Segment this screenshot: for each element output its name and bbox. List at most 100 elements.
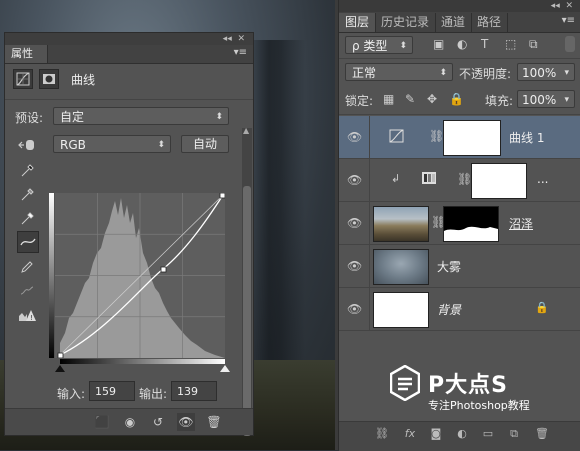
close-icon[interactable]: ✕ — [565, 1, 573, 11]
layer-thumbnail[interactable] — [373, 249, 429, 285]
visibility-eye-icon[interactable]: 👁 — [347, 302, 362, 316]
layer-filter-select[interactable]: ρ 类型 ⬍ — [345, 36, 413, 54]
input-label: 输入: — [57, 387, 86, 401]
curve-point-white — [219, 193, 225, 199]
tab-channels[interactable]: 通道 — [435, 13, 473, 32]
divider — [5, 99, 253, 100]
filter-toggle[interactable] — [565, 36, 575, 52]
layer-name[interactable]: 背景 — [437, 301, 461, 318]
clip-to-layer-icon[interactable]: ⬛ — [93, 413, 111, 431]
layer-name[interactable]: 沼泽 — [509, 215, 533, 232]
delete-layer-icon[interactable]: 🗑 — [533, 427, 551, 440]
layer-thumbnail[interactable] — [373, 206, 429, 242]
curve-point-tool-icon[interactable] — [17, 231, 39, 253]
adjustment-layer-icon — [421, 171, 437, 188]
layer-name[interactable]: ... — [537, 172, 548, 186]
scroll-up-icon[interactable]: ▲ — [243, 126, 249, 135]
input-field[interactable]: 159 — [89, 381, 135, 401]
curves-adjustment-icon[interactable] — [13, 69, 33, 89]
eye-column-divider — [369, 159, 370, 201]
tab-properties[interactable]: 属性 — [5, 45, 48, 63]
select-arrows-icon: ⬍ — [215, 112, 223, 122]
white-eyedropper-icon[interactable] — [17, 209, 37, 229]
output-label: 输出: — [139, 387, 168, 401]
filter-smart-object-icon[interactable]: ⧉ — [529, 37, 538, 52]
visibility-eye-icon[interactable]: 👁 — [177, 413, 195, 431]
scrollbar-thumb[interactable] — [243, 186, 251, 436]
channel-select[interactable]: RGB ⬍ — [53, 135, 171, 153]
lock-all-icon[interactable]: 🔒 — [449, 92, 464, 106]
black-eyedropper-icon[interactable] — [17, 161, 37, 181]
select-arrows-icon: ⬍ — [399, 41, 407, 51]
layer-row-clipped[interactable]: 👁 ↲ ⛓ ... — [339, 159, 580, 202]
collapse-icon[interactable]: ◂◂ — [551, 1, 560, 11]
filter-pixel-icon[interactable]: ▣ — [433, 37, 444, 51]
layer-row-swamp[interactable]: 👁 ⛓ 沼泽 — [339, 202, 580, 245]
black-point-slider[interactable] — [55, 365, 65, 372]
panel-menu-icon[interactable]: ▾≡ — [234, 47, 247, 58]
lock-position-icon[interactable]: ✥ — [427, 92, 437, 106]
tab-history[interactable]: 历史记录 — [375, 13, 437, 32]
visibility-eye-icon[interactable]: 👁 — [347, 216, 362, 230]
lock-image-icon[interactable]: ✎ — [405, 92, 415, 106]
preset-select[interactable]: 自定 ⬍ — [53, 107, 229, 125]
new-adjustment-icon[interactable]: ◐ — [453, 427, 471, 440]
pencil-icon[interactable] — [17, 257, 37, 277]
layer-row-curves[interactable]: 👁 ⛓ 曲线 1 — [339, 116, 580, 159]
view-previous-state-icon[interactable]: ◉ — [121, 413, 139, 431]
link-layers-icon[interactable]: ⛓ — [373, 427, 391, 440]
visibility-eye-icon[interactable]: 👁 — [347, 259, 362, 273]
smooth-curve-icon[interactable] — [17, 281, 37, 301]
properties-bottom-bar: ⬛ ◉ ↺ 👁 🗑 — [5, 408, 253, 435]
opacity-field[interactable]: 100% ▾ — [517, 63, 575, 81]
layers-panel-topbar[interactable]: ◂◂ ✕ — [339, 0, 580, 12]
gray-eyedropper-icon[interactable] — [17, 185, 37, 205]
white-point-slider[interactable] — [220, 365, 230, 372]
curves-layer-icon — [389, 129, 405, 146]
filter-adjustment-icon[interactable]: ◐ — [457, 37, 467, 51]
fill-field[interactable]: 100% ▾ — [517, 90, 575, 108]
chain-link-icon[interactable]: ⛓ — [429, 129, 444, 143]
layer-mask-thumbnail[interactable] — [443, 120, 501, 156]
layer-mask-thumbnail[interactable] — [443, 206, 499, 242]
reset-icon[interactable]: ↺ — [149, 413, 167, 431]
layer-name[interactable]: 大雾 — [437, 258, 461, 275]
blend-mode-select[interactable]: 正常 ⬍ — [345, 63, 453, 81]
properties-scrollbar[interactable]: ▲ — [242, 126, 252, 436]
input-gradient-bar — [60, 359, 225, 364]
divider — [339, 114, 580, 115]
trash-icon[interactable]: 🗑 — [205, 413, 223, 431]
fx-icon[interactable]: fx — [401, 427, 419, 440]
curves-graph[interactable] — [55, 193, 225, 358]
new-group-icon[interactable]: ▭ — [479, 427, 497, 440]
on-image-adjust-icon[interactable] — [17, 135, 37, 155]
visibility-eye-icon[interactable]: 👁 — [347, 173, 362, 187]
auto-button[interactable]: 自动 — [181, 135, 229, 153]
close-icon[interactable]: ✕ — [237, 34, 245, 44]
layer-thumbnail[interactable] — [373, 292, 429, 328]
collapse-icon[interactable]: ◂◂ — [223, 34, 232, 44]
layer-row-fog[interactable]: 👁 大雾 — [339, 245, 580, 288]
tab-paths[interactable]: 路径 — [471, 13, 509, 32]
layer-mask-icon[interactable] — [39, 69, 59, 89]
clipping-warning-icon[interactable]: ! — [17, 305, 37, 325]
eye-column-divider — [369, 288, 370, 330]
filter-shape-icon[interactable]: ⬚ — [505, 37, 516, 51]
visibility-eye-icon[interactable]: 👁 — [347, 130, 362, 144]
panel-menu-icon[interactable]: ▾≡ — [562, 15, 575, 26]
layer-row-background[interactable]: 👁 背景 🔒 — [339, 288, 580, 331]
preset-label: 预设: — [15, 111, 44, 125]
properties-panel-topbar[interactable]: ◂◂ ✕ — [5, 33, 253, 45]
chain-link-icon[interactable]: ⛓ — [457, 172, 472, 186]
filter-type-icon[interactable]: T — [481, 37, 488, 51]
new-layer-icon[interactable]: ⧉ — [505, 427, 523, 441]
layer-name[interactable]: 曲线 1 — [509, 129, 544, 146]
layer-mask-thumbnail[interactable] — [471, 163, 527, 199]
add-mask-icon[interactable]: ◙ — [427, 427, 445, 440]
properties-title-row: 曲线 — [13, 69, 95, 89]
fill-value: 100% — [522, 93, 557, 107]
output-field[interactable]: 139 — [171, 381, 217, 401]
tab-layers[interactable]: 图层 — [339, 13, 377, 32]
lock-transparent-icon[interactable]: ▦ — [383, 92, 394, 106]
canvas-tree — [245, 40, 305, 360]
